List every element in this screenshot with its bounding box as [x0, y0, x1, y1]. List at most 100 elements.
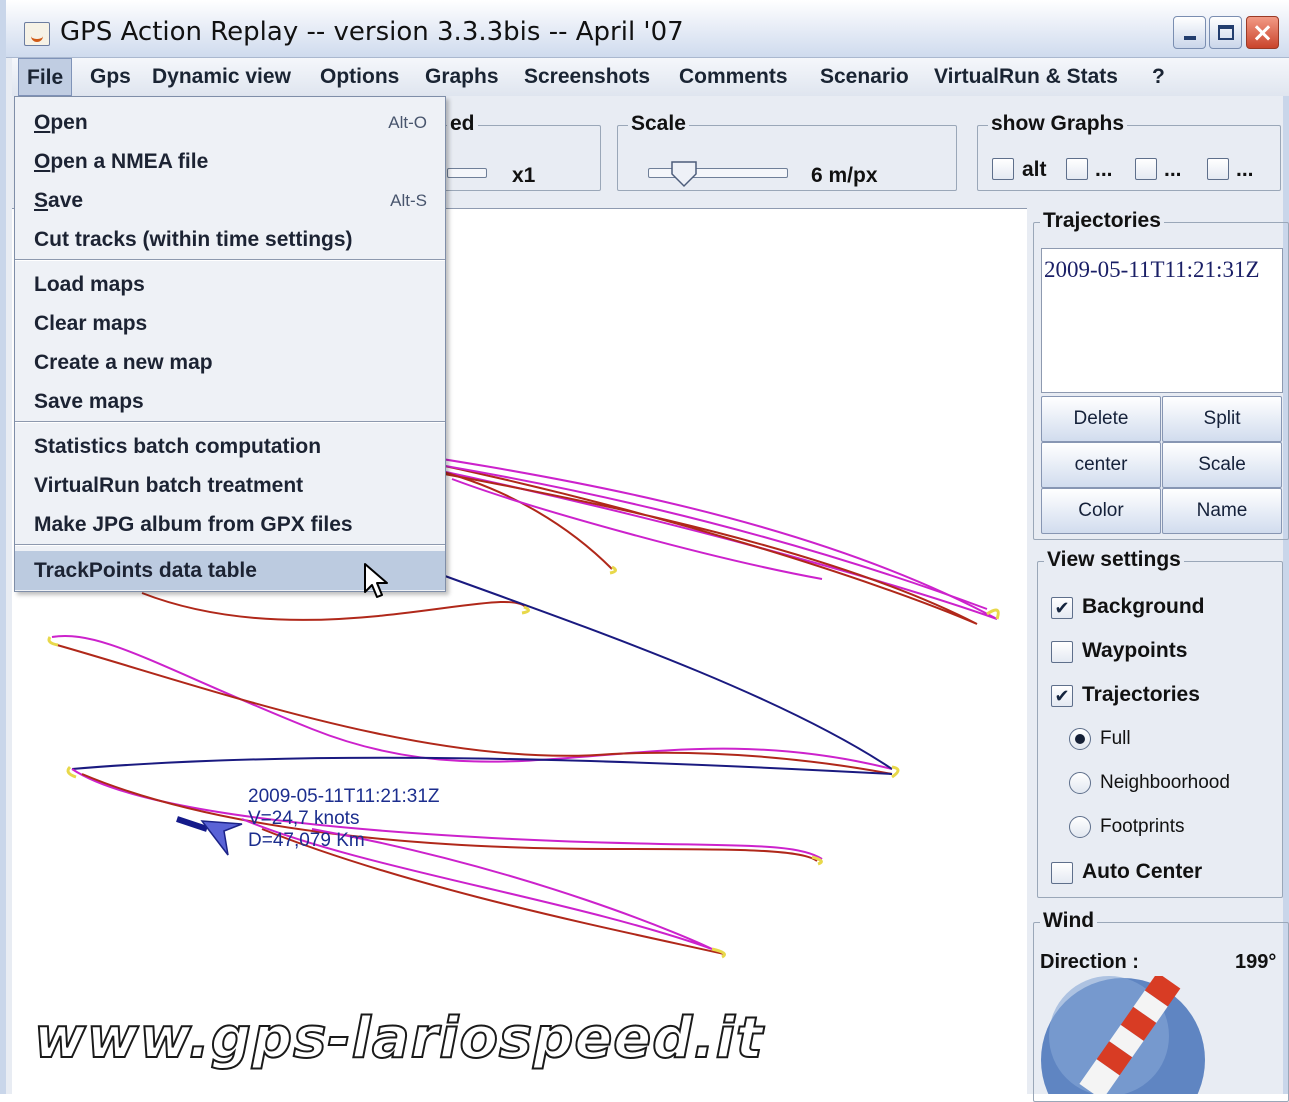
menu-clear-maps[interactable]: Clear maps: [15, 304, 445, 343]
windsock-icon[interactable]: [1039, 976, 1207, 1094]
track-line: [71, 756, 893, 775]
footprints-radio[interactable]: [1069, 816, 1091, 838]
menu-help[interactable]: ?: [1144, 58, 1173, 96]
marker-timestamp: 2009-05-11T11:21:31Z: [248, 786, 440, 807]
graph-3-checkbox[interactable]: [1135, 158, 1157, 180]
menu-screenshots[interactable]: Screenshots: [516, 58, 658, 96]
view-settings-legend: View settings: [1044, 548, 1184, 572]
close-button[interactable]: ×: [1246, 16, 1279, 49]
menu-save-shortcut: Alt-S: [390, 191, 427, 210]
track-line: [56, 644, 893, 775]
menu-gps[interactable]: Gps: [82, 58, 139, 96]
full-label: Full: [1100, 728, 1131, 749]
menu-save-maps[interactable]: Save maps: [15, 382, 445, 421]
menu-open-nmea[interactable]: Open a NMEA file: [15, 142, 445, 181]
menu-cut-tracks[interactable]: Cut tracks (within time settings): [15, 220, 445, 259]
menu-bar: File Gps Dynamic view Options Graphs Scr…: [12, 58, 1289, 96]
waypoints-label: Waypoints: [1082, 639, 1188, 662]
menu-open[interactable]: Open Alt-O: [15, 103, 445, 142]
speed-legend: ed: [447, 112, 478, 136]
neighborhood-radio[interactable]: [1069, 772, 1091, 794]
show-graphs-panel: show Graphs alt ... ... ...: [977, 112, 1281, 191]
menu-save-mnemonic: S: [34, 189, 49, 212]
trajectories-legend: Trajectories: [1040, 209, 1164, 233]
color-button[interactable]: Color: [1041, 488, 1161, 534]
menu-comments[interactable]: Comments: [671, 58, 796, 96]
footprints-label: Footprints: [1100, 816, 1185, 837]
menu-save[interactable]: Save Alt-S: [15, 181, 445, 220]
split-button[interactable]: Split: [1162, 396, 1282, 442]
wind-direction-value: 199°: [1235, 951, 1277, 973]
graph-2-checkbox[interactable]: [1066, 158, 1088, 180]
waypoints-checkbox[interactable]: [1051, 641, 1073, 663]
neighborhood-label: Neighboorhood: [1100, 772, 1230, 793]
menu-dynamic-view[interactable]: Dynamic view: [144, 58, 299, 96]
title-bar[interactable]: GPS Action Replay -- version 3.3.3bis --…: [6, 0, 1289, 58]
wind-direction-label: Direction :: [1040, 951, 1139, 973]
auto-center-checkbox[interactable]: [1051, 862, 1073, 884]
graph-4-label: ...: [1236, 158, 1254, 181]
trajectories-list[interactable]: 2009-05-11T11:21:31Z: [1041, 248, 1283, 393]
menu-graphs[interactable]: Graphs: [417, 58, 507, 96]
full-radio[interactable]: [1069, 728, 1091, 750]
wind-legend: Wind: [1040, 909, 1098, 933]
graph-alt-checkbox[interactable]: [992, 158, 1014, 180]
background-checkbox[interactable]: ✔: [1051, 597, 1073, 619]
menu-virtualrun-stats[interactable]: VirtualRun & Stats: [926, 58, 1126, 96]
center-button[interactable]: center: [1041, 442, 1161, 488]
track-turn: [47, 636, 59, 647]
track-turn: [891, 765, 900, 779]
marker-distance: D=47,079 Km: [248, 830, 365, 851]
minimize-button[interactable]: [1173, 16, 1206, 49]
graph-alt-label: alt: [1022, 158, 1047, 181]
track-line: [411, 563, 893, 770]
menu-scenario[interactable]: Scenario: [812, 58, 917, 96]
scale-slider[interactable]: [648, 168, 788, 178]
track-line: [81, 773, 818, 862]
menu-open-shortcut: Alt-O: [388, 113, 427, 132]
delete-button[interactable]: Delete: [1041, 396, 1161, 442]
trajectories-checkbox[interactable]: ✔: [1051, 685, 1073, 707]
maximize-button[interactable]: [1209, 16, 1242, 49]
track-turn: [521, 605, 530, 615]
menu-load-maps[interactable]: Load maps: [15, 265, 445, 304]
scale-panel: Scale 6 m/px: [617, 112, 957, 191]
mouse-cursor-icon: [364, 563, 388, 598]
graph-3-label: ...: [1164, 158, 1182, 181]
name-button[interactable]: Name: [1162, 488, 1282, 534]
menu-virtualrun-batch[interactable]: VirtualRun batch treatment: [15, 466, 445, 505]
trajectory-item[interactable]: 2009-05-11T11:21:31Z: [1044, 257, 1260, 283]
marker-speed: V=24,7 knots: [248, 808, 360, 829]
menu-open-nmea-label: pen a NMEA file: [50, 150, 209, 173]
show-graphs-legend: show Graphs: [988, 112, 1128, 136]
file-menu-dropdown: Open Alt-O Open a NMEA file Save Alt-S C…: [14, 96, 446, 592]
menu-jpg-album[interactable]: Make JPG album from GPX files: [15, 505, 445, 544]
menu-save-label: ave: [48, 189, 84, 212]
menu-separator: [15, 259, 445, 261]
menu-open-mnemonic: O: [34, 111, 51, 134]
menu-create-map[interactable]: Create a new map: [15, 343, 445, 382]
maximize-icon: [1217, 25, 1234, 40]
menu-open-nmea-mnemonic: O: [34, 150, 51, 173]
auto-center-label: Auto Center: [1082, 860, 1203, 883]
boat-marker: [176, 816, 243, 856]
menu-file[interactable]: File: [18, 58, 73, 96]
speed-slider[interactable]: [447, 168, 487, 178]
menu-separator: [15, 544, 445, 546]
menu-statistics-batch[interactable]: Statistics batch computation: [15, 427, 445, 466]
background-label: Background: [1082, 595, 1205, 618]
graph-2-label: ...: [1095, 158, 1113, 181]
scale-legend: Scale: [628, 112, 689, 136]
window-title: GPS Action Replay -- version 3.3.3bis --…: [60, 17, 684, 47]
scale-value: 6 m/px: [811, 164, 878, 187]
scale-button[interactable]: Scale: [1162, 442, 1282, 488]
watermark: www.gps-lariospeed.it: [33, 1005, 764, 1072]
menu-open-label: pen: [50, 111, 88, 134]
speed-value: x1: [512, 164, 536, 187]
menu-options[interactable]: Options: [312, 58, 407, 96]
graph-4-checkbox[interactable]: [1207, 158, 1229, 180]
trajectories-label: Trajectories: [1082, 683, 1200, 706]
track-line: [141, 592, 528, 621]
scale-slider-thumb[interactable]: [670, 160, 700, 190]
java-icon: [24, 22, 50, 46]
